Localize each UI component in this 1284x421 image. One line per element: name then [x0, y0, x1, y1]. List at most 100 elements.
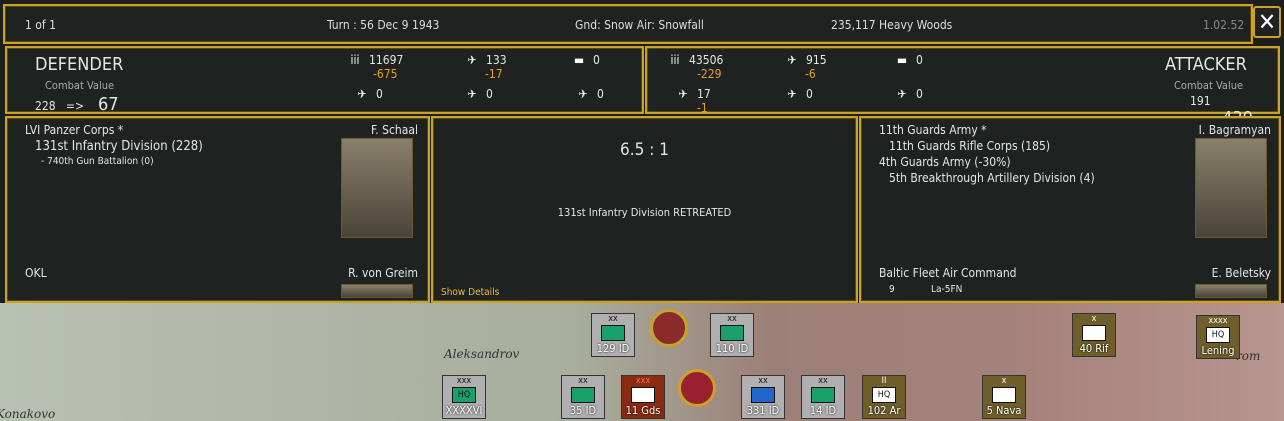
- tank-unit-icon[interactable]: [678, 369, 716, 407]
- guns-count: 915: [806, 53, 827, 67]
- attacker-air-leader: E. Beletsky: [1211, 266, 1271, 280]
- unit-counter[interactable]: xx 35 ID: [561, 375, 605, 419]
- attacker-hq[interactable]: 11th Guards Army *: [879, 123, 987, 137]
- result-panel: 6.5 : 1 131st Infantry Division RETREATE…: [431, 116, 858, 303]
- bomber-icon: ✈: [467, 87, 477, 101]
- defender-subunit[interactable]: - 740th Gun Battalion (0): [41, 156, 154, 167]
- guns-loss: -17: [485, 67, 503, 81]
- men-loss: -675: [373, 67, 398, 81]
- infantry-icon: ііі: [670, 53, 680, 67]
- page-indicator: 1 of 1: [25, 18, 56, 32]
- hq-symbol: HQ: [1206, 327, 1230, 343]
- unit-size: xx: [608, 314, 618, 324]
- fighter-count: 0: [376, 87, 383, 101]
- defender-leader: F. Schaal: [370, 123, 418, 137]
- unit-counter[interactable]: x 40 Rif: [1072, 313, 1116, 357]
- defender-stats: DEFENDER Combat Value 228 => 67 ііі 11697 …: [5, 46, 644, 115]
- attacker-unit-2[interactable]: 5th Breakthrough Artillery Division (4): [889, 171, 1095, 185]
- guns-loss: -6: [805, 67, 816, 81]
- combat-report-header: 1 of 1 Turn : 56 Dec 9 1943 Gnd: Snow Ai…: [3, 4, 1253, 44]
- cv-arrow: =>: [65, 99, 84, 113]
- hq-symbol: HQ: [872, 387, 896, 403]
- unit-counter[interactable]: xxxx HQ Lening: [1196, 315, 1240, 359]
- attacker-stats: ііі 43506 -229 ✈ 915 -6 ▬ 0 ✈ 17 -1 ✈ 0 ✈ 0 AT…: [645, 46, 1280, 129]
- air-leader-portrait: [1195, 284, 1267, 298]
- tank-unit-icon[interactable]: [650, 309, 688, 347]
- attacker-hq-2[interactable]: 4th Guards Army (-30%): [879, 155, 1011, 169]
- unit-counter[interactable]: x 5 Nava: [982, 375, 1026, 419]
- unit-label: 331 ID: [746, 404, 780, 417]
- defender-unit[interactable]: 131st Infantry Division (228): [35, 139, 203, 154]
- unit-size: xx: [578, 376, 588, 386]
- fighter-count: 17: [697, 87, 711, 101]
- city-label: Konakovo: [0, 407, 56, 421]
- infantry-symbol-icon: [601, 325, 625, 341]
- unit-counter[interactable]: II HQ 102 Ar: [862, 375, 906, 419]
- attacker-unit[interactable]: 11th Guards Rifle Corps (185): [889, 139, 1050, 153]
- defender-panel: LVI Panzer Corps * F. Schaal 131st Infan…: [5, 116, 430, 303]
- aircraft-icon: ✈: [897, 87, 907, 101]
- attacker-leader: I. Bagramyan: [1198, 123, 1271, 137]
- defender-air-leader: R. von Greim: [348, 266, 418, 280]
- naval-infantry-symbol-icon: [992, 387, 1016, 403]
- unit-size: x: [1091, 314, 1097, 324]
- unit-label: 35 ID: [569, 404, 597, 417]
- unit-counter[interactable]: xxx 11 Gds: [621, 375, 665, 419]
- city-label: Aleksandrov: [444, 347, 520, 361]
- version: 1.02.52: [1203, 18, 1245, 32]
- tank-icon: ▬: [896, 53, 908, 67]
- combat-value-label: Combat Value: [1174, 79, 1244, 92]
- bomber-count: 0: [486, 87, 493, 101]
- defender-air-hq: OKL: [25, 266, 47, 280]
- afv-count: 0: [593, 53, 600, 67]
- men-loss: -229: [697, 67, 722, 81]
- men-count: 43506: [689, 53, 724, 67]
- defender-cv: 228 => 67: [35, 94, 119, 115]
- air-unit-count: 9: [889, 284, 895, 295]
- guns-count: 133: [486, 53, 507, 67]
- bomber-icon: ✈: [787, 87, 797, 101]
- fighter-loss: -1: [697, 101, 708, 115]
- unit-counter[interactable]: xx 14 ID: [801, 375, 845, 419]
- unit-size: II: [881, 376, 887, 386]
- attacker-title: ATTACKER: [1165, 54, 1247, 75]
- other-air-count: 0: [597, 87, 604, 101]
- unit-counter[interactable]: xxx HQ XXXXVI: [442, 375, 486, 419]
- tank-icon: ▬: [573, 53, 585, 67]
- aircraft-icon: ✈: [578, 87, 588, 101]
- unit-size: xxx: [456, 376, 472, 386]
- fighter-icon: ✈: [678, 87, 688, 101]
- unit-label: 102 Ar: [867, 404, 901, 417]
- leader-portrait: [341, 138, 413, 238]
- weather: Gnd: Snow Air: Snowfall: [575, 18, 704, 32]
- attacker-air-hq: Baltic Fleet Air Command: [879, 266, 1017, 280]
- unit-label: XXXXVI: [445, 404, 483, 417]
- cv-from: 191: [1190, 94, 1211, 108]
- unit-counter[interactable]: xx 331 ID: [741, 375, 785, 419]
- unit-label: 11 Gds: [625, 404, 661, 417]
- artillery-icon: ✈: [467, 53, 477, 67]
- turn-date: Turn : 56 Dec 9 1943: [327, 18, 440, 32]
- unit-size: xx: [758, 376, 768, 386]
- defender-hq[interactable]: LVI Panzer Corps *: [25, 123, 123, 137]
- unit-label: 40 Rif: [1079, 342, 1109, 355]
- unit-counter[interactable]: xx 129 ID: [591, 313, 635, 357]
- unit-counter[interactable]: xx 110 ID: [710, 313, 754, 357]
- unit-size: xx: [727, 314, 737, 324]
- map-view[interactable]: Aleksandrov Konakovo rom xx 129 ID xx 110 …: [0, 303, 1284, 421]
- infantry-symbol-icon: [751, 387, 775, 403]
- combat-odds: 6.5 : 1: [620, 140, 669, 160]
- leader-portrait: [1195, 138, 1267, 238]
- unit-label: 5 Nava: [986, 404, 1022, 417]
- hex-location: 235,117 Heavy Woods: [831, 18, 953, 32]
- show-details-link[interactable]: Show Details: [441, 287, 499, 298]
- infantry-symbol-icon: [631, 387, 655, 403]
- afv-count: 0: [916, 53, 923, 67]
- combat-result: 131st Infantry Division RETREATED: [557, 206, 732, 219]
- infantry-symbol-icon: [720, 325, 744, 341]
- unit-size: xxxx: [1208, 316, 1228, 326]
- unit-label: 129 ID: [596, 342, 630, 355]
- unit-size: x: [1001, 376, 1007, 386]
- unit-size: xx: [818, 376, 828, 386]
- close-button[interactable]: ✕: [1253, 6, 1281, 38]
